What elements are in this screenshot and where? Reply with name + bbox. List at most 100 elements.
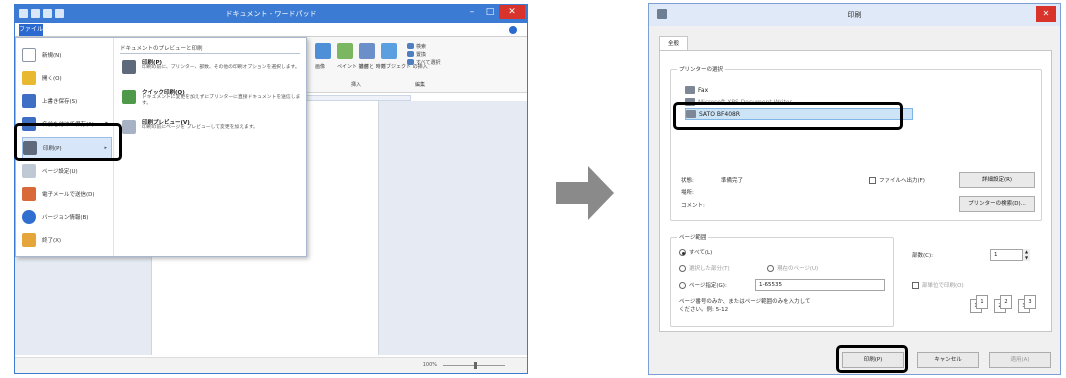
menu-item-label: 上書き保存(S) — [42, 99, 78, 105]
menu-item-open[interactable]: 開く(O) — [22, 67, 112, 89]
find-printer-button[interactable]: プリンターの検索(D)... — [959, 196, 1035, 212]
dialog-body: プリンターの選択 Fax Microsoft XPS Document Writ… — [659, 50, 1052, 332]
apply-button[interactable]: 適用(A) — [989, 352, 1051, 368]
date-time-icon[interactable] — [359, 43, 375, 59]
menu-item-save[interactable]: 上書き保存(S) — [22, 90, 112, 112]
submenu-item-print[interactable]: 印刷(P) 印刷の前に、プリンター、部数、その他の印刷オプションを選択します。 — [122, 58, 302, 80]
arrow-right-icon — [556, 166, 614, 220]
menu-item-exit[interactable]: 終了(X) — [22, 229, 112, 251]
menu-item-about[interactable]: バージョン情報(B) — [22, 206, 112, 228]
range-all-label: すべて(L) — [689, 250, 713, 256]
option-description: 印刷の前に、プリンター、部数、その他の印刷オプションを選択します。 — [142, 65, 300, 70]
range-all-radio[interactable]: すべて(L) — [679, 248, 712, 256]
wordpad-titlebar: ドキュメント - ワードパッド – □ ✕ — [15, 5, 527, 23]
open-folder-icon — [22, 71, 36, 85]
collate-page: 2 — [1000, 295, 1012, 309]
ribbon-label[interactable]: 検索 — [416, 43, 426, 50]
print-submenu: ドキュメントのプレビューと印刷 印刷(P) 印刷の前に、プリンター、部数、その他… — [116, 38, 306, 256]
menu-item-label: 開く(O) — [42, 76, 62, 82]
ribbon-label: 編集 — [415, 82, 426, 88]
status-label: 状態: — [681, 178, 694, 184]
insert-object-icon[interactable] — [381, 43, 397, 59]
option-description: ドキュメントに変更を加えずにプリンターに直接ドキュメントを送信します。 — [142, 95, 301, 106]
printer-name: Fax — [698, 86, 709, 94]
print-menu-highlight — [14, 123, 122, 161]
location-label: 場所: — [681, 190, 694, 196]
radio-button[interactable] — [679, 249, 686, 256]
range-current-radio[interactable]: 現在のページ(U) — [767, 264, 818, 272]
print-preview-icon — [122, 120, 136, 134]
menu-item-page-setup[interactable]: ページ設定(U) — [22, 160, 112, 182]
menu-item-label: 終了(X) — [42, 238, 62, 244]
ribbon-tabs: ファイル — [15, 23, 527, 37]
ribbon-label[interactable]: すべて選択 — [416, 59, 440, 66]
printer-selection-highlight — [673, 102, 903, 130]
new-document-icon — [22, 48, 36, 62]
range-pages-radio[interactable]: ページ指定(G): — [679, 281, 727, 289]
printer-selection-group: プリンターの選択 Fax Microsoft XPS Document Writ… — [670, 65, 1042, 221]
maximize-button[interactable]: □ — [481, 5, 499, 19]
paint-drawing-icon[interactable] — [337, 43, 353, 59]
status-value: 準備完了 — [721, 178, 744, 184]
quick-print-icon — [122, 90, 136, 104]
find-icon[interactable] — [407, 43, 414, 49]
checkbox-box[interactable] — [912, 282, 919, 289]
cancel-button[interactable]: キャンセル — [917, 352, 979, 368]
menu-item-new[interactable]: 新規(N) — [22, 44, 112, 66]
copies-spinner[interactable]: ▲ ▼ — [1022, 249, 1030, 261]
close-button[interactable]: ✕ — [499, 5, 525, 19]
page-range-group: ページ範囲 すべて(L) 選択した部分(T) 現在のページ(U) ページ指定(G… — [670, 233, 894, 327]
dialog-close-button[interactable]: ✕ — [1036, 6, 1056, 22]
minimize-button[interactable]: – — [463, 5, 481, 19]
pages-input[interactable]: 1-65535 — [755, 279, 885, 291]
print-to-file-checkbox[interactable]: ファイルへ出力(F) — [869, 176, 925, 184]
print-to-file-label: ファイルへ出力(F) — [879, 178, 925, 184]
collate-checkbox[interactable]: 部単位で印刷(O) — [912, 281, 964, 289]
collate-page: 3 — [1024, 295, 1036, 309]
menu-item-label: ページ設定(U) — [42, 169, 78, 175]
email-icon — [22, 187, 36, 201]
dialog-title: 印刷 — [847, 11, 862, 19]
menu-item-label: 新規(N) — [42, 53, 62, 59]
info-icon — [22, 210, 36, 224]
range-selection-label: 選択した部分(T) — [689, 266, 730, 272]
dialog-titlebar: 印刷 ✕ — [649, 4, 1060, 26]
printer-item-fax[interactable]: Fax — [685, 84, 913, 96]
zoom-level: 100% — [422, 362, 437, 368]
radio-button[interactable] — [679, 265, 686, 272]
range-current-label: 現在のページ(U) — [777, 266, 819, 272]
wordpad-window: ドキュメント - ワードパッド – □ ✕ ファイル 画像 ペイント 描画 日付… — [14, 4, 528, 374]
print-dialog: 印刷 ✕ 全般 プリンターの選択 Fax Microsoft XPS Docum… — [648, 3, 1061, 375]
checkbox-box[interactable] — [869, 177, 876, 184]
menu-item-label: 電子メールで送信(D) — [42, 192, 95, 198]
tab-general[interactable]: 全般 — [659, 36, 689, 50]
menu-item-send-email[interactable]: 電子メールで送信(D) — [22, 183, 112, 205]
ribbon-label[interactable]: 置換 — [416, 51, 426, 58]
submenu-divider — [120, 53, 300, 54]
ribbon-label: 挿入 — [351, 82, 362, 88]
pages-hint: ページ番号のみか、またはページ範囲のみを入力して ください。例: 5-12 — [679, 299, 811, 313]
menu-item-label: バージョン情報(B) — [42, 215, 89, 221]
print-button-highlight — [836, 345, 908, 373]
picture-icon[interactable] — [315, 43, 331, 59]
submenu-item-quick-print[interactable]: クイック印刷(Q) ドキュメントに変更を加えずにプリンターに直接ドキュメントを送… — [122, 88, 302, 110]
replace-icon[interactable] — [407, 51, 414, 57]
submenu-item-print-preview[interactable]: 印刷プレビュー(V) 印刷の前にページを プレビューして変更を加えます。 — [122, 118, 302, 140]
window-controls: – □ ✕ — [463, 5, 525, 19]
collate-page: 1 — [976, 295, 988, 309]
fax-icon — [685, 86, 695, 94]
select-all-icon[interactable] — [407, 59, 414, 65]
collate-label: 部単位で印刷(O) — [922, 283, 964, 289]
window-title: ドキュメント - ワードパッド — [225, 10, 317, 18]
zoom-slider-thumb[interactable] — [474, 362, 477, 369]
radio-button[interactable] — [767, 265, 774, 272]
page-setup-icon — [22, 164, 36, 178]
ribbon-label: 画像 — [315, 64, 326, 70]
radio-button[interactable] — [679, 282, 686, 289]
copies-label: 部数(C): — [912, 253, 933, 259]
preferences-button[interactable]: 詳細設定(R) — [959, 172, 1035, 188]
file-tab[interactable]: ファイル — [19, 24, 43, 36]
comment-label: コメント: — [681, 203, 705, 209]
help-icon[interactable] — [509, 26, 517, 34]
range-selection-radio[interactable]: 選択した部分(T) — [679, 264, 730, 272]
